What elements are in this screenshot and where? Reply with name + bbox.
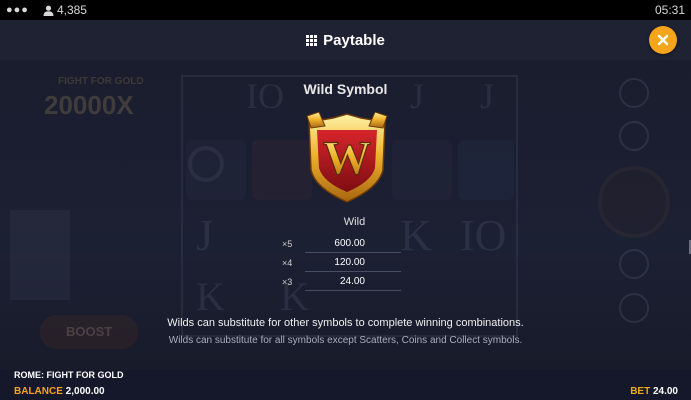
payout-multiplier: ×3 <box>282 277 293 287</box>
rule-text-primary: Wilds can substitute for other symbols t… <box>167 317 524 329</box>
row-divider <box>305 290 401 291</box>
footer-bar: ROME: FIGHT FOR GOLD BALANCE 2,000.00 BE… <box>0 368 691 400</box>
close-button[interactable] <box>649 26 677 54</box>
balance-value: 2,000.00 <box>65 386 105 397</box>
paytable-header: Paytable <box>0 20 691 60</box>
payout-amount: 24.00 <box>339 276 365 287</box>
payout-amount: 600.00 <box>334 238 365 249</box>
page-title: Paytable <box>323 31 385 49</box>
user-icon <box>43 5 54 16</box>
payout-amount: 120.00 <box>334 257 365 268</box>
status-bar: ●●● 4,385 05:31 <box>0 0 691 20</box>
players-count-value: 4,385 <box>56 3 87 17</box>
bet-display: BET 24.00 <box>630 386 678 397</box>
rule-text-secondary: Wilds can substitute for all symbols exc… <box>168 335 523 346</box>
close-icon <box>657 34 669 46</box>
row-divider <box>305 271 401 272</box>
grid-menu-icon <box>306 34 318 46</box>
row-divider <box>305 252 401 253</box>
symbol-name: Wild <box>343 216 366 228</box>
svg-text:W: W <box>323 132 371 185</box>
payout-multiplier: ×4 <box>282 258 293 268</box>
payout-multiplier: ×5 <box>282 239 293 249</box>
bet-value: 24.00 <box>652 386 678 397</box>
clock: 05:31 <box>654 3 685 17</box>
wild-symbol-icon: W <box>306 112 388 203</box>
payout-row: ×4 120.00 <box>275 254 405 272</box>
menu-dots-icon[interactable]: ●●● <box>6 4 29 16</box>
payout-row: ×3 24.00 <box>275 273 405 291</box>
balance-display: BALANCE 2,000.00 <box>14 386 105 397</box>
balance-label: BALANCE <box>14 386 63 397</box>
title-wrap: Paytable <box>306 32 385 49</box>
game-name: ROME: FIGHT FOR GOLD <box>14 370 124 380</box>
payout-row: ×5 600.00 <box>275 235 405 253</box>
svg-text:K: K <box>196 274 225 319</box>
player-count: 4,385 <box>43 3 87 17</box>
symbol-heading: Wild Symbol <box>303 81 388 97</box>
bet-label: BET <box>630 386 651 397</box>
